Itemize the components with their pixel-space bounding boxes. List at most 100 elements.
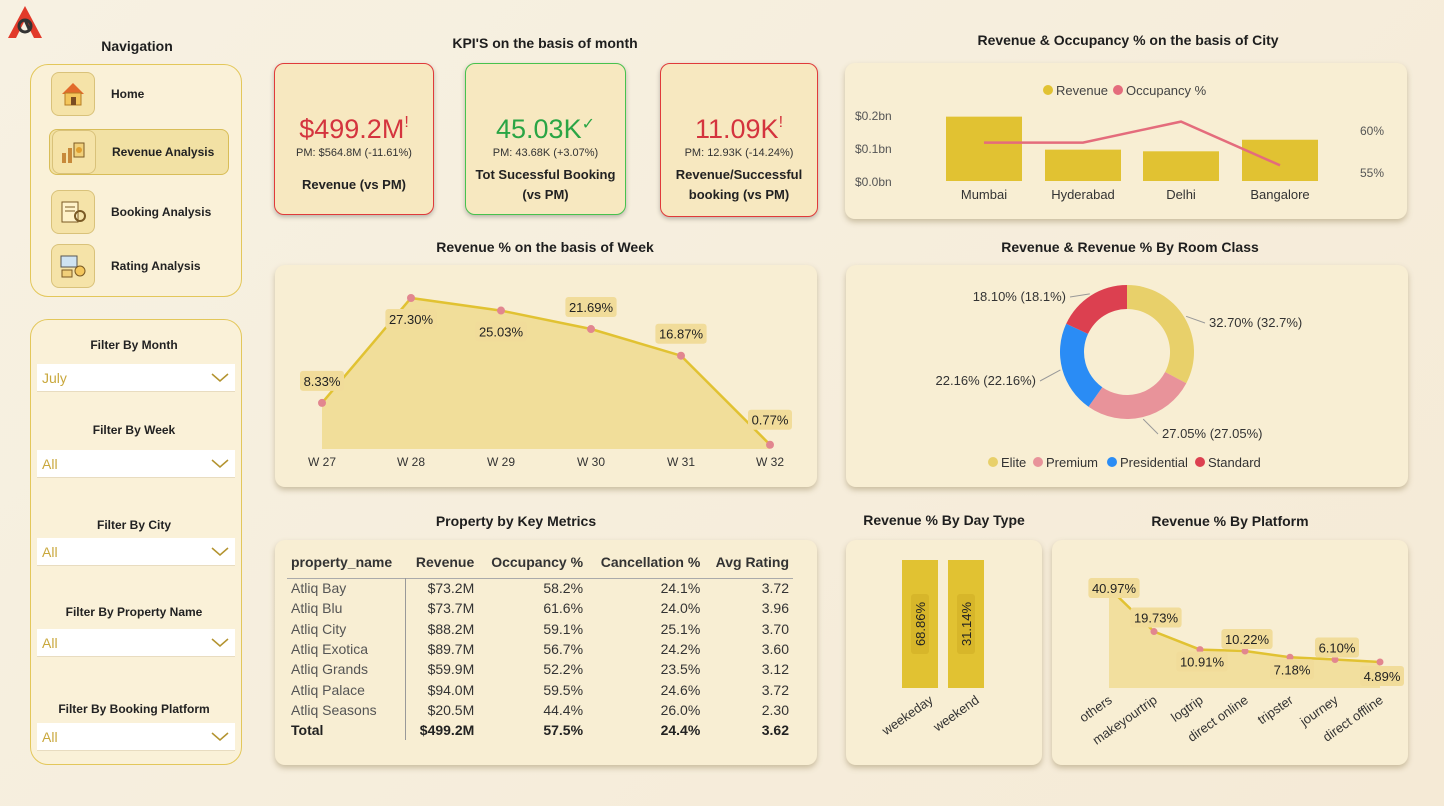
kpi-revenue-marker: !: [404, 114, 409, 131]
table-cell: 24.0%: [660, 600, 701, 617]
table-cell: $499.2M: [419, 722, 475, 739]
table-cell: Atliq Exotica: [287, 638, 407, 660]
filter-month-value: July: [42, 369, 67, 386]
filter-platform-value: All: [42, 728, 58, 745]
room-data-label: 22.16% (22.16%): [936, 373, 1036, 388]
city-y-left-tick: $0.2bn: [855, 109, 892, 123]
property-table-title: Property by Key Metrics: [435, 513, 597, 529]
column-header[interactable]: Cancellation %: [587, 546, 704, 578]
room-data-label: 32.70% (32.7%): [1209, 315, 1302, 330]
daytype-data-label: 68.86%: [913, 602, 928, 647]
table-row[interactable]: Atliq Blu $73.7M 61.6% 24.0% 3.96: [287, 598, 793, 619]
platform-data-label: 6.10%: [1319, 640, 1356, 655]
nav-item-revenue-analysis[interactable]: Revenue Analysis: [49, 129, 229, 175]
city-revenue-bar[interactable]: [1242, 139, 1318, 181]
property-table-panel: property_name Revenue Occupancy % Cancel…: [275, 540, 817, 765]
room-slice-premium[interactable]: [1088, 372, 1187, 419]
platform-data-label: 10.91%: [1180, 655, 1225, 670]
city-chart: Revenue Occupancy % $0.2bn $0.1bn $0.0bn…: [855, 83, 1384, 202]
chevron-down-icon: [211, 635, 229, 651]
platform-data-label: 7.18%: [1274, 662, 1311, 677]
room-chart-title: Revenue & Revenue % By Room Class: [1001, 239, 1259, 255]
table-total-row[interactable]: Total $499.2M 57.5% 24.4% 3.62: [287, 720, 793, 741]
filter-property-label: Filter By Property Name: [65, 605, 203, 619]
filters-panel: Filter By Month July Filter By Week All …: [30, 319, 242, 765]
table-cell: 24.6%: [660, 681, 701, 698]
table-row[interactable]: Atliq Seasons $20.5M 44.4% 26.0% 2.30: [287, 699, 793, 721]
table-row[interactable]: Atliq Palace $94.0M 59.5% 24.6% 3.72: [287, 679, 793, 700]
platform-point[interactable]: [1150, 628, 1158, 636]
table-cell: 59.1%: [543, 620, 584, 637]
week-data-label: 16.87%: [659, 327, 704, 342]
filter-month-select[interactable]: July: [37, 364, 235, 392]
table-row[interactable]: Atliq Exotica $89.7M 56.7% 24.2% 3.60: [287, 638, 793, 660]
table-cell: 23.5%: [660, 661, 701, 678]
table-cell: 3.12: [761, 661, 789, 678]
week-point[interactable]: [677, 351, 685, 360]
nav-label-booking-analysis: Booking Analysis: [111, 205, 212, 219]
table-row[interactable]: Atliq City $88.2M 59.1% 25.1% 3.70: [287, 618, 793, 639]
city-revenue-bar[interactable]: [946, 116, 1022, 181]
table-cell: 3.60: [761, 641, 789, 658]
filter-city-value: All: [42, 543, 58, 560]
room-chart: Elite Premium Presidential Standard 32.7…: [936, 285, 1302, 470]
filter-city-select[interactable]: All: [37, 538, 235, 566]
platform-data-label: 40.97%: [1092, 581, 1137, 596]
table-row[interactable]: Atliq Grands $59.9M 52.2% 23.5% 3.12: [287, 659, 793, 680]
kpi-revenue-per-booking-value: 11.09K: [694, 114, 779, 144]
city-y-right-tick: 55%: [1360, 166, 1384, 180]
week-point[interactable]: [587, 325, 595, 334]
table-cell: Atliq Seasons: [287, 699, 407, 721]
room-slice-elite[interactable]: [1127, 285, 1195, 384]
city-revenue-bar[interactable]: [1143, 151, 1219, 181]
nav-item-rating-analysis[interactable]: Rating Analysis: [49, 243, 229, 289]
column-header[interactable]: Revenue: [406, 546, 478, 578]
week-point[interactable]: [497, 306, 505, 315]
week-point[interactable]: [766, 440, 774, 449]
week-point[interactable]: [407, 294, 415, 302]
daytype-x-label: weekeday: [878, 692, 936, 739]
week-point[interactable]: [318, 398, 326, 407]
table-cell: Atliq City: [287, 618, 407, 639]
filter-week-value: All: [42, 455, 58, 472]
kpi-bookings-card: 45.03K✓ PM: 43.68K (+3.07%) Tot Sucessfu…: [465, 63, 626, 215]
nav-item-home[interactable]: Home: [49, 71, 229, 117]
city-chart-title: Revenue & Occupancy % on the basis of Ci…: [977, 32, 1279, 48]
room-slice-standard[interactable]: [1066, 285, 1127, 334]
kpi-revenue-value: $499.2M: [299, 114, 405, 144]
chevron-down-icon: [211, 544, 229, 560]
daytype-x-label: weekend: [930, 692, 982, 735]
room-slice-presidential[interactable]: [1059, 323, 1103, 407]
filter-month-label: Filter By Month: [90, 338, 178, 352]
table-cell: $59.9M: [427, 661, 475, 678]
kpi-bookings-prev: PM: 43.68K (+3.07%): [492, 147, 599, 159]
filter-week-select[interactable]: All: [37, 450, 235, 478]
room-leader-line: [1039, 369, 1061, 382]
city-x-label: Hyderabad: [1051, 187, 1115, 202]
kpi-bookings-label: Tot Sucessful Booking (vs PM): [475, 167, 616, 202]
table-cell: 61.6%: [543, 600, 584, 617]
platform-point[interactable]: [1376, 658, 1384, 666]
filter-platform-select[interactable]: All: [37, 723, 235, 751]
week-chart-panel: 8.33% W 27 27.30% W 28 25.03% W 29 21.69% W 30 1…: [275, 265, 817, 487]
week-x-label: W 31: [667, 455, 695, 469]
column-header[interactable]: property_name: [287, 546, 406, 578]
table-row[interactable]: Atliq Bay $73.2M 58.2% 24.1% 3.72: [287, 578, 793, 599]
room-legend-standard: Standard: [1208, 455, 1261, 470]
column-header[interactable]: Occupancy %: [478, 546, 587, 578]
table-cell: Total: [287, 720, 407, 741]
platform-x-label: tripster: [1255, 692, 1297, 727]
city-legend-revenue: Revenue: [1056, 83, 1108, 98]
city-revenue-bar[interactable]: [1045, 149, 1121, 181]
week-data-label: 21.69%: [569, 300, 614, 315]
week-x-label: W 27: [308, 455, 336, 469]
week-data-label: 8.33%: [304, 374, 341, 389]
table-cell: 3.70: [761, 620, 789, 637]
filter-property-select[interactable]: All: [37, 629, 235, 657]
nav-item-booking-analysis[interactable]: Booking Analysis: [49, 189, 229, 235]
week-x-label: W 28: [397, 455, 425, 469]
kpi-revenue-per-booking-label: Revenue/Successful booking (vs PM): [675, 167, 803, 202]
column-header[interactable]: Avg Rating: [704, 546, 793, 578]
daytype-data-label: 31.14%: [959, 602, 974, 647]
booking-analysis-icon: [51, 190, 95, 234]
